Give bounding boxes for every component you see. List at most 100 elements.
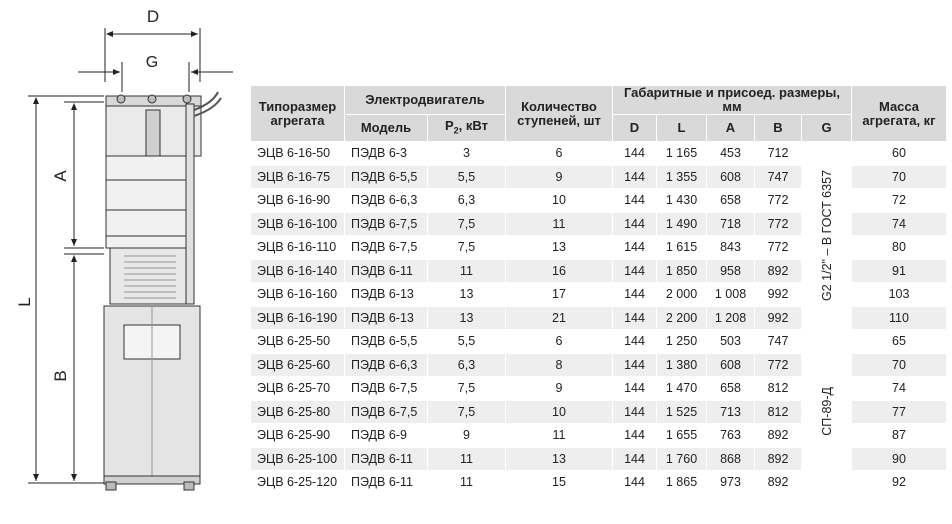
cell-a: 718	[706, 211, 755, 236]
cell-type: ЭЦВ 6-25-70	[250, 376, 345, 401]
cell-power: 13	[427, 282, 506, 307]
cell-connection: СП-89-Д	[801, 329, 852, 495]
cell-mass: 103	[851, 282, 947, 307]
cell-power: 11	[427, 446, 506, 471]
cell-type: ЭЦВ 6-25-60	[250, 352, 345, 377]
cell-d: 144	[612, 282, 657, 307]
table-row: ЭЦВ 6-25-50 ПЭДВ 6-5,5 5,5 6 144 1 250 503 747 С…	[250, 329, 947, 495]
cell-model: ПЭДВ 6-11	[344, 446, 428, 471]
cell-d: 144	[612, 258, 657, 283]
cell-model: ПЭДВ 6-13	[344, 305, 428, 330]
cell-d: 144	[612, 329, 657, 354]
header-dims: Габаритные и присоед. размеры, мм	[612, 85, 852, 115]
cell-stages: 10	[505, 188, 613, 213]
cell-l: 1 355	[656, 164, 707, 189]
header-power: P2, кВт	[427, 114, 506, 142]
cell-a: 843	[706, 235, 755, 260]
cell-a: 503	[706, 329, 755, 354]
cell-a: 973	[706, 470, 755, 495]
cell-stages: 13	[505, 446, 613, 471]
header-model: Модель	[344, 114, 428, 142]
cell-stages: 9	[505, 164, 613, 189]
cell-stages: 16	[505, 258, 613, 283]
cell-stages: 11	[505, 211, 613, 236]
cell-model: ПЭДВ 6-7,5	[344, 376, 428, 401]
cell-stages: 13	[505, 235, 613, 260]
cell-l: 1 525	[656, 399, 707, 424]
header-a: A	[706, 114, 755, 142]
cell-d: 144	[612, 470, 657, 495]
cell-l: 1 380	[656, 352, 707, 377]
connection-label: СП-89-Д	[819, 387, 834, 437]
header-type: Типоразмер агрегата	[250, 85, 345, 142]
cell-model: ПЭДВ 6-13	[344, 282, 428, 307]
cell-d: 144	[612, 211, 657, 236]
cell-type: ЭЦВ 6-16-160	[250, 282, 345, 307]
header-power-unit: , кВт	[458, 117, 488, 133]
cell-model: ПЭДВ 6-6,3	[344, 352, 428, 377]
cell-b: 892	[754, 258, 802, 283]
cell-a: 453	[706, 141, 755, 166]
cell-b: 747	[754, 329, 802, 354]
cell-type: ЭЦВ 6-16-50	[250, 141, 345, 166]
cell-power: 6,3	[427, 188, 506, 213]
header-b: B	[754, 114, 802, 142]
cell-type: ЭЦВ 6-25-50	[250, 329, 345, 354]
cell-power: 3	[427, 141, 506, 166]
cell-model: ПЭДВ 6-5,5	[344, 329, 428, 354]
cell-b: 772	[754, 352, 802, 377]
cell-b: 772	[754, 188, 802, 213]
cell-b: 892	[754, 446, 802, 471]
dimension-l	[28, 95, 104, 484]
cell-mass: 72	[851, 188, 947, 213]
cell-power: 7,5	[427, 235, 506, 260]
cell-type: ЭЦВ 6-16-140	[250, 258, 345, 283]
cell-a: 658	[706, 376, 755, 401]
cell-d: 144	[612, 423, 657, 448]
cell-type: ЭЦВ 6-25-120	[250, 470, 345, 495]
cell-d: 144	[612, 235, 657, 260]
cell-b: 892	[754, 423, 802, 448]
cell-b: 812	[754, 399, 802, 424]
table-row: ЭЦВ 6-16-50 ПЭДВ 6-3 3 6 144 1 165 453 712 G2 1/…	[250, 141, 947, 330]
cell-a: 763	[706, 423, 755, 448]
cell-power: 5,5	[427, 164, 506, 189]
cell-mass: 74	[851, 376, 947, 401]
spec-table: Типоразмер агрегата Электродвигатель Кол…	[250, 85, 947, 495]
header-power-main: P	[444, 117, 454, 133]
pump-body	[103, 91, 222, 491]
cell-l: 1 165	[656, 141, 707, 166]
cell-mass: 74	[851, 211, 947, 236]
cell-type: ЭЦВ 6-16-90	[250, 188, 345, 213]
cell-power: 6,3	[427, 352, 506, 377]
cell-power: 7,5	[427, 376, 506, 401]
cell-b: 992	[754, 305, 802, 330]
cell-power: 11	[427, 258, 506, 283]
cell-a: 1 008	[706, 282, 755, 307]
dimension-a	[64, 101, 104, 249]
cell-a: 958	[706, 258, 755, 283]
cell-type: ЭЦВ 6-16-190	[250, 305, 345, 330]
header-d: D	[612, 114, 657, 142]
cell-type: ЭЦВ 6-16-110	[250, 235, 345, 260]
cell-power: 7,5	[427, 211, 506, 236]
cell-model: ПЭДВ 6-9	[344, 423, 428, 448]
cell-power: 13	[427, 305, 506, 330]
cell-d: 144	[612, 141, 657, 166]
cell-stages: 21	[505, 305, 613, 330]
connection-label: G2 1/2" – В ГОСТ 6357	[819, 170, 834, 301]
cell-mass: 91	[851, 258, 947, 283]
cell-l: 1 865	[656, 470, 707, 495]
cell-b: 812	[754, 376, 802, 401]
label-l: L	[15, 297, 34, 306]
cell-l: 1 655	[656, 423, 707, 448]
cell-a: 608	[706, 352, 755, 377]
cell-mass: 90	[851, 446, 947, 471]
cell-b: 772	[754, 235, 802, 260]
cell-a: 713	[706, 399, 755, 424]
cell-l: 1 490	[656, 211, 707, 236]
cell-model: ПЭДВ 6-3	[344, 141, 428, 166]
cell-l: 2 200	[656, 305, 707, 330]
cell-power: 9	[427, 423, 506, 448]
cell-mass: 70	[851, 164, 947, 189]
